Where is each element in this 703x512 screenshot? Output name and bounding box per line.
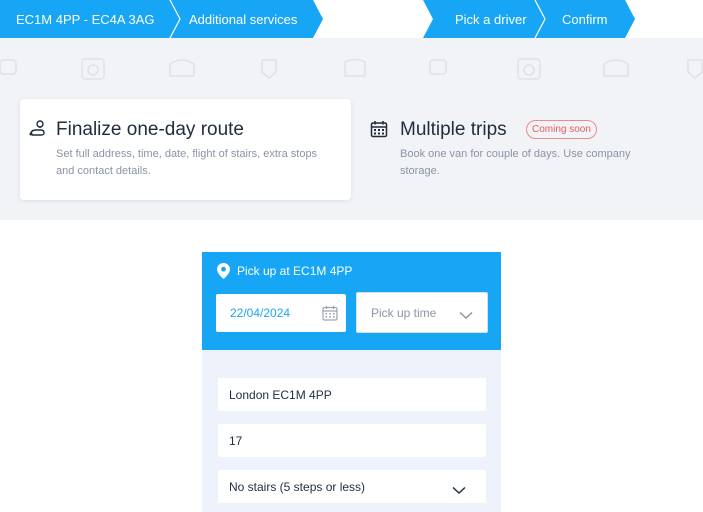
option-one-day-route[interactable]: Finalize one-day route Set full address,…: [20, 99, 351, 200]
pickup-date-input[interactable]: 22/04/2024: [216, 294, 346, 332]
progress-stepper: EC1M 4PP - EC4A 3AG Additional services …: [0, 0, 703, 38]
coming-soon-badge: Coming soon: [526, 120, 597, 139]
pickup-header: Pick up at EC1M 4PP 22/04/2024 Pick up t…: [202, 252, 501, 350]
pickup-number-value: 17: [229, 434, 243, 448]
pickup-time-placeholder: Pick up time: [371, 306, 437, 320]
step-confirm[interactable]: Confirm: [562, 0, 608, 38]
pickup-address-field[interactable]: London EC1M 4PP: [218, 378, 486, 411]
multiple-trips-title: Multiple trips: [400, 119, 507, 140]
chevron-down-icon: [459, 307, 473, 325]
pickup-form: Pick up at EC1M 4PP 22/04/2024 Pick up t…: [202, 252, 501, 512]
pickup-stairs-select[interactable]: No stairs (5 steps or less): [218, 470, 486, 503]
step-pick-a-driver[interactable]: Pick a driver: [455, 0, 527, 38]
pickup-time-select[interactable]: Pick up time: [356, 292, 488, 333]
chevron-down-icon: [452, 482, 466, 500]
pickup-date-value: 22/04/2024: [230, 306, 291, 320]
date-calendar-icon[interactable]: [322, 305, 338, 326]
location-pin-icon: [217, 263, 230, 284]
pickup-stairs-value: No stairs (5 steps or less): [229, 480, 366, 494]
pickup-title: Pick up at EC1M 4PP: [237, 264, 353, 278]
pickup-number-field[interactable]: 17: [218, 424, 486, 457]
one-day-description: Set full address, time, date, flight of …: [56, 148, 318, 177]
step-additional-services[interactable]: Additional services: [189, 0, 297, 38]
one-day-title: Finalize one-day route: [56, 119, 244, 140]
multiple-trips-description: Book one van for couple of days. Use com…: [400, 148, 631, 177]
calendar-icon: [370, 120, 388, 143]
decorative-pattern: [0, 58, 703, 80]
step-route-details[interactable]: Route details: [336, 0, 412, 38]
route-icon: [28, 119, 46, 142]
step-postcodes[interactable]: EC1M 4PP - EC4A 3AG: [16, 0, 155, 38]
pickup-address-value: London EC1M 4PP: [229, 388, 332, 402]
option-multiple-trips: Multiple trips Book one van for couple o…: [368, 99, 688, 199]
